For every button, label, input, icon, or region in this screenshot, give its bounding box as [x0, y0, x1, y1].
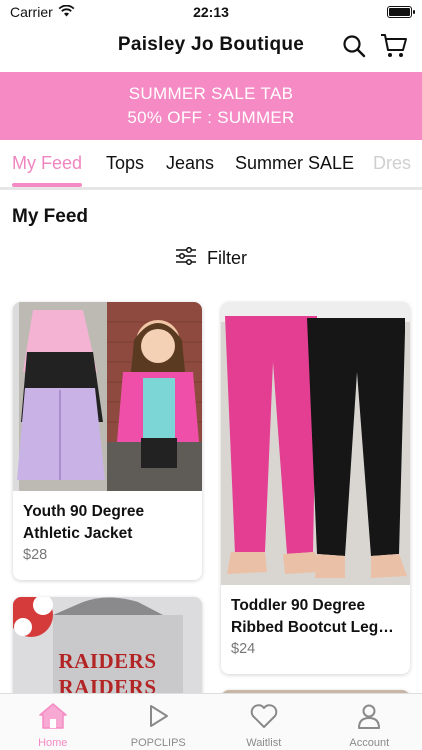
- product-price: $24: [231, 641, 256, 657]
- search-icon[interactable]: [340, 32, 368, 60]
- product-name: Youth 90 Degree Athletic Jacket: [23, 503, 145, 542]
- section-title: My Feed: [12, 206, 89, 227]
- bottom-tab-bar: Home POPCLIPS Waitlist Account: [0, 693, 422, 750]
- heart-icon: [249, 702, 279, 735]
- status-left: Carrier: [10, 4, 75, 20]
- home-icon: [38, 702, 68, 735]
- tab-bar-label: Home: [38, 737, 68, 749]
- product-price: $28: [23, 547, 48, 563]
- filter-label: Filter: [207, 248, 247, 268]
- tab-my-feed[interactable]: My Feed: [12, 153, 82, 174]
- tab-tops[interactable]: Tops: [106, 153, 144, 174]
- product-image: RAIDERS RAIDERS: [13, 597, 202, 707]
- play-icon: [143, 702, 173, 735]
- tab-bar-waitlist[interactable]: Waitlist: [211, 694, 317, 750]
- product-card-toddler-leggings[interactable]: Toddler 90 Degree Ribbed Bootcut Leg… $2…: [221, 302, 410, 674]
- status-bar: Carrier 22:13: [0, 0, 422, 24]
- product-card-raiders[interactable]: RAIDERS RAIDERS: [13, 597, 202, 707]
- tab-dresses[interactable]: Dres: [373, 153, 411, 174]
- tab-bar-account[interactable]: Account: [317, 694, 422, 750]
- tab-bar-label: Waitlist: [246, 737, 282, 749]
- product-card-youth-jacket[interactable]: Youth 90 Degree Athletic Jacket $28: [13, 302, 202, 580]
- app-header: Paisley Jo Boutique: [0, 28, 422, 68]
- tab-jeans[interactable]: Jeans: [166, 153, 214, 174]
- category-tabs: My Feed Tops Jeans Summer SALE Dres: [0, 140, 422, 190]
- filter-icon: [175, 246, 197, 270]
- person-icon: [354, 702, 384, 735]
- tab-bar-label: POPCLIPS: [130, 737, 186, 749]
- tab-summer-sale[interactable]: Summer SALE: [235, 153, 354, 174]
- carrier-label: Carrier: [10, 4, 53, 20]
- product-name: Toddler 90 Degree Ribbed Bootcut Leg…: [231, 597, 394, 636]
- header-actions: [340, 32, 408, 60]
- cart-icon[interactable]: [380, 32, 408, 60]
- filter-button[interactable]: Filter: [0, 246, 422, 270]
- product-image: [221, 302, 410, 585]
- promo-title: SUMMER SALE TAB: [128, 84, 294, 103]
- promo-subtitle: 50% OFF : SUMMER: [127, 108, 295, 127]
- shirt-text-top: RAIDERS: [58, 649, 157, 673]
- tab-bar-popclips[interactable]: POPCLIPS: [106, 694, 212, 750]
- active-tab-indicator: [12, 183, 82, 187]
- battery-icon: [387, 6, 415, 18]
- product-image: [13, 302, 202, 491]
- tab-bar-label: Account: [349, 737, 390, 749]
- tab-bar-home[interactable]: Home: [0, 694, 106, 750]
- promo-banner[interactable]: SUMMER SALE TAB 50% OFF : SUMMER: [0, 72, 422, 140]
- wifi-icon: [58, 4, 75, 20]
